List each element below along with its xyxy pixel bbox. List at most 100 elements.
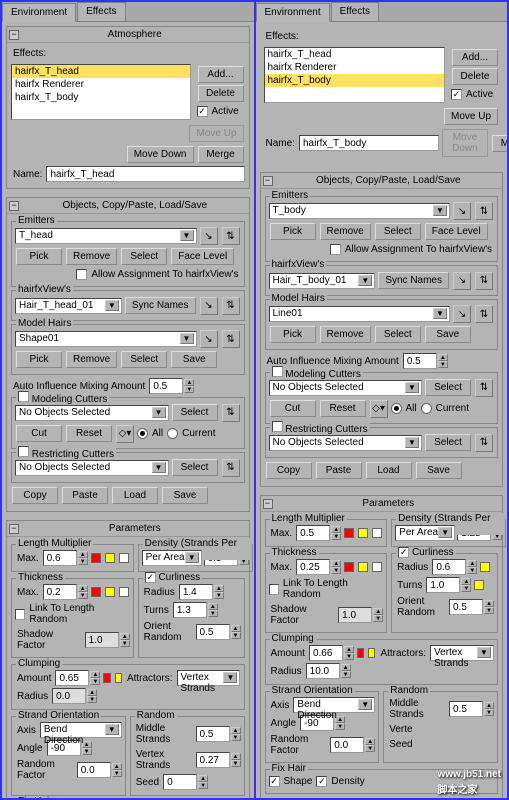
shape-checkbox[interactable]: ✓ <box>269 776 280 787</box>
mcut-checkbox[interactable] <box>272 366 283 377</box>
shadow-spinner[interactable]: ▲▼ <box>338 607 383 623</box>
sync-button[interactable]: Sync Names <box>125 297 196 314</box>
name-input[interactable] <box>46 166 244 182</box>
axis-dropdown[interactable]: Bend Direction <box>293 697 375 713</box>
collapse-icon[interactable]: − <box>9 524 19 534</box>
list-item[interactable]: hairfx Renderer <box>265 61 445 74</box>
axis-dropdown[interactable]: Bend Direction <box>40 722 122 738</box>
name-input[interactable] <box>299 135 439 151</box>
swatch-icon[interactable] <box>372 562 382 572</box>
select-button[interactable]: Select <box>172 404 218 421</box>
rcut-checkbox[interactable] <box>18 446 29 457</box>
collapse-icon[interactable]: − <box>9 30 19 40</box>
amount-spinner[interactable]: ▲▼ <box>309 645 354 661</box>
orient-spinner[interactable]: ▲▼ <box>196 624 241 640</box>
allow-checkbox[interactable] <box>76 269 87 280</box>
views-dropdown[interactable]: Hair_T_head_01 <box>15 298 122 314</box>
shadow-spinner[interactable]: ▲▼ <box>85 632 130 648</box>
swatch-icon[interactable] <box>358 528 368 538</box>
list-item[interactable]: hairfx_T_body <box>12 91 190 104</box>
current-radio[interactable] <box>421 403 432 414</box>
arrow-icon[interactable]: ↘ <box>200 330 218 348</box>
list-item[interactable]: hairfx Renderer <box>12 78 190 91</box>
load-button[interactable]: Load <box>112 487 158 504</box>
rf-spinner[interactable]: ▲▼ <box>330 737 375 753</box>
swatch-icon[interactable] <box>119 553 129 563</box>
radius-spinner[interactable]: ▲▼ <box>179 584 224 600</box>
perarea-dropdown[interactable]: Per Area <box>142 550 202 566</box>
link-icon[interactable]: ⇅ <box>222 227 240 245</box>
link-icon[interactable]: ⇅ <box>475 305 493 323</box>
pick-button[interactable]: Pick <box>270 223 316 240</box>
vstr-spinner[interactable]: ▲▼ <box>196 752 241 768</box>
delete-button[interactable]: Delete <box>452 68 498 85</box>
rf-spinner[interactable]: ▲▼ <box>77 762 122 778</box>
save-button[interactable]: Save <box>416 462 462 479</box>
cut-button[interactable]: Cut <box>270 400 316 417</box>
remove-button[interactable]: Remove <box>320 326 371 343</box>
mid-spinner[interactable]: ▲▼ <box>196 726 241 742</box>
remove-button[interactable]: Remove <box>66 248 117 265</box>
auto-spinner[interactable]: ▲▼ <box>149 378 194 394</box>
rcut-dropdown[interactable]: No Objects Selected <box>269 435 423 451</box>
tab-effects[interactable]: Effects <box>77 2 125 21</box>
emitters-dropdown[interactable]: T_head <box>15 228 197 244</box>
swatch-icon[interactable] <box>115 673 122 683</box>
swatch-icon[interactable] <box>372 528 382 538</box>
swatch-icon[interactable] <box>358 562 368 572</box>
cut-button[interactable]: Cut <box>16 425 62 442</box>
thick-spinner[interactable]: ▲▼ <box>43 584 88 600</box>
load-button[interactable]: Load <box>366 462 412 479</box>
swatch-icon[interactable] <box>480 562 490 572</box>
rcut-dropdown[interactable]: No Objects Selected <box>15 460 169 476</box>
merge-button[interactable]: Merge <box>492 135 507 152</box>
link-checkbox[interactable] <box>15 609 25 620</box>
emitters-dropdown[interactable]: T_body <box>269 203 451 219</box>
collapse-icon[interactable]: − <box>9 201 19 211</box>
arrow-icon[interactable]: ↘ <box>453 305 471 323</box>
attr-dropdown[interactable]: Vertex Strands <box>430 645 494 661</box>
all-radio[interactable] <box>137 428 148 439</box>
select-button[interactable]: Select <box>375 326 421 343</box>
active-checkbox[interactable]: ✓ <box>451 89 462 100</box>
facelevel-button[interactable]: Face Level <box>425 223 488 240</box>
pick-button[interactable]: Pick <box>16 248 62 265</box>
copy-button[interactable]: Copy <box>12 487 58 504</box>
moveup-button[interactable]: Move Up <box>444 108 498 125</box>
list-item[interactable]: hairfx_T_head <box>265 48 445 61</box>
rcut-checkbox[interactable] <box>272 421 283 432</box>
swatch-icon[interactable] <box>357 648 364 658</box>
arrow-icon[interactable]: ↘ <box>200 227 218 245</box>
arrow-icon[interactable]: ↘ <box>453 202 471 220</box>
effects-list[interactable]: hairfx_T_head hairfx Renderer hairfx_T_b… <box>11 64 191 120</box>
density-checkbox[interactable]: ✓ <box>316 776 327 787</box>
list-item[interactable]: hairfx_T_body <box>265 74 445 87</box>
all-radio[interactable] <box>391 403 402 414</box>
attr-dropdown[interactable]: Vertex Strands <box>177 670 241 686</box>
clradius-spinner[interactable]: ▲▼ <box>52 688 97 704</box>
turns-spinner[interactable]: ▲▼ <box>173 602 218 618</box>
mcut-dropdown[interactable]: No Objects Selected <box>15 405 169 421</box>
effects-list[interactable]: hairfx_T_head hairfx Renderer hairfx_T_b… <box>264 47 446 103</box>
link-icon[interactable]: ⇅ <box>222 297 240 315</box>
mcut-dropdown[interactable]: No Objects Selected <box>269 380 423 396</box>
arrow-icon[interactable]: ↘ <box>200 297 218 315</box>
save-button[interactable]: Save <box>425 326 471 343</box>
tab-environment[interactable]: Environment <box>2 3 76 22</box>
seed-spinner[interactable]: ▲▼ <box>163 774 208 790</box>
select-button[interactable]: Select <box>121 351 167 368</box>
select-button[interactable]: Select <box>425 379 471 396</box>
radius-spinner[interactable]: ▲▼ <box>432 559 477 575</box>
reset-button[interactable]: Reset <box>66 425 112 442</box>
max-spinner[interactable]: ▲▼ <box>296 525 341 541</box>
link-icon[interactable]: ⇅ <box>222 459 240 477</box>
swatch-icon[interactable] <box>368 648 375 658</box>
diamond-icon[interactable]: ◇▾ <box>370 400 388 418</box>
link-icon[interactable]: ⇅ <box>475 202 493 220</box>
link-icon[interactable]: ⇅ <box>475 272 493 290</box>
mid-spinner[interactable]: ▲▼ <box>449 701 494 717</box>
link-icon[interactable]: ⇅ <box>475 434 493 452</box>
curl-checkbox[interactable]: ✓ <box>145 572 156 583</box>
remove-button[interactable]: Remove <box>320 223 371 240</box>
allow-checkbox[interactable] <box>330 244 341 255</box>
